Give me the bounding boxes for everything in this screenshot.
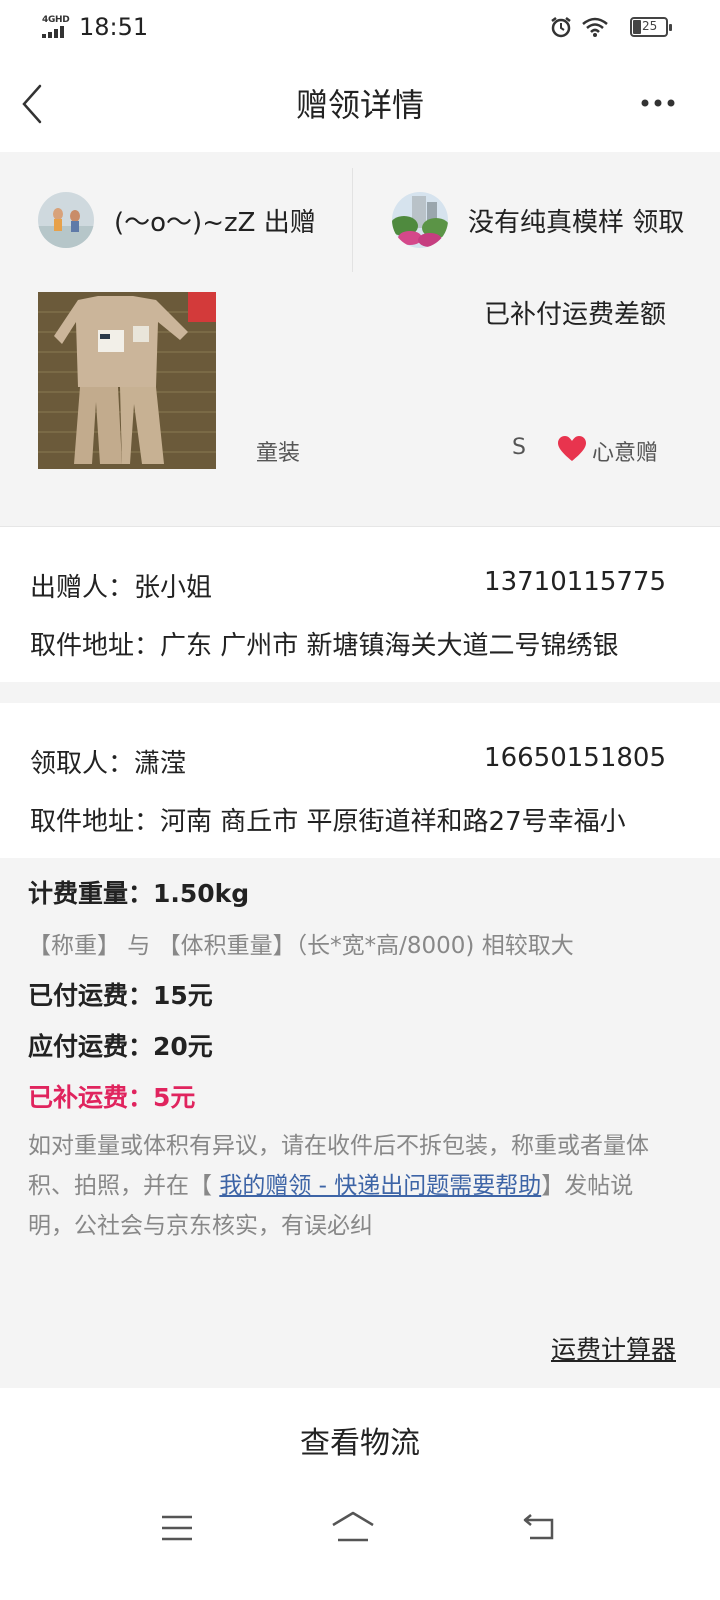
status-time: 18:51 [79,13,149,41]
item-size: S [512,435,526,460]
receiver-label: 没有纯真模样 领取 [468,207,685,238]
battery-level: 25 [642,19,658,33]
help-link[interactable]: 我的赠领 - 快递出问题需要帮助 [219,1173,541,1199]
supplemented-fee: 已补运费：5元 [28,1083,196,1112]
header: 赠领详情 [0,56,720,152]
giver-avatar [38,192,94,248]
receiver-name-line: 领取人：潇滢 [30,743,186,780]
receiver-address-label: 取件地址： [30,807,161,837]
parties-bar: (～o～)~zZ 出赠 没有纯真模样 领取 [0,168,720,273]
menu-icon[interactable] [160,1514,194,1542]
receiver-info: 领取人：潇滢 16650151805 取件地址：河南 商丘市 平原街道祥和路27… [0,703,720,858]
back-icon[interactable] [520,1512,556,1542]
receiver-address-line: 取件地址：河南 商丘市 平原街道祥和路27号幸福小 [30,801,626,838]
divider [352,168,353,272]
receiver-avatar [392,192,448,248]
receiver-phone[interactable]: 16650151805 [484,743,666,773]
alarm-icon [551,17,571,38]
receiver-name: 潇滢 [134,749,187,779]
status-icons [550,16,608,38]
system-nav-bar [0,1492,720,1600]
paid-fee: 已付运费：15元 [28,981,213,1010]
page-title: 赠领详情 [295,86,424,124]
battery-icon: 25 [630,17,672,37]
item-card[interactable]: 已补付运费差额 童装 S 心意赠 [0,272,720,527]
item-status: 已补付运费差额 [483,300,666,330]
wifi-icon [582,17,608,37]
giver-party[interactable]: (～o～)~zZ 出赠 [38,168,316,272]
shipping-calculator-link[interactable]: 运费计算器 [551,1330,676,1366]
fee-section: 计费重量：1.50kg 【称重】 与 【体积重量】（长*宽*高/8000) 相较… [0,858,720,1266]
item-photo[interactable] [38,292,216,469]
network-type: 4GHD [42,15,70,25]
status-bar: 4GHD 18:51 25 [0,0,720,56]
giver-address-line: 取件地址：广东 广州市 新塘镇海关大道二号锦绣银 [30,625,619,662]
signal-icon [42,26,64,38]
view-logistics-button[interactable]: 查看物流 [300,1418,420,1462]
giver-name-line: 出赠人：张小姐 [30,567,212,604]
giver-info: 出赠人：张小姐 13710115775 取件地址：广东 广州市 新塘镇海关大道二… [0,527,720,682]
disclaimer: 如对重量或体积有异议，请在收件后不拆包装，称重或者量体积、拍照，并在【 我的赠领… [28,1126,678,1246]
giver-address: 广东 广州市 新塘镇海关大道二号锦绣银 [160,631,619,661]
charged-weight: 计费重量：1.50kg [28,879,250,908]
giver-phone[interactable]: 13710115775 [484,567,666,597]
gift-type: 心意赠 [592,441,659,466]
giver-name: 张小姐 [134,573,213,603]
receiver-party[interactable]: 没有纯真模样 领取 [392,168,684,272]
logistics-bar: 查看物流 [0,1388,720,1492]
receiver-name-label: 领取人： [30,749,135,779]
giver-name-label: 出赠人： [30,573,135,603]
heart-icon [558,436,586,461]
receiver-address: 河南 商丘市 平原街道祥和路27号幸福小 [160,807,626,837]
item-category: 童装 [256,441,301,466]
weight-note: 【称重】 与 【体积重量】（长*宽*高/8000) 相较取大 [28,933,574,959]
giver-address-label: 取件地址： [30,631,161,661]
more-options-icon[interactable] [640,96,680,110]
home-icon[interactable] [330,1510,376,1544]
payable-fee: 应付运费：20元 [28,1032,213,1061]
giver-label: (～o～)~zZ 出赠 [114,207,316,238]
